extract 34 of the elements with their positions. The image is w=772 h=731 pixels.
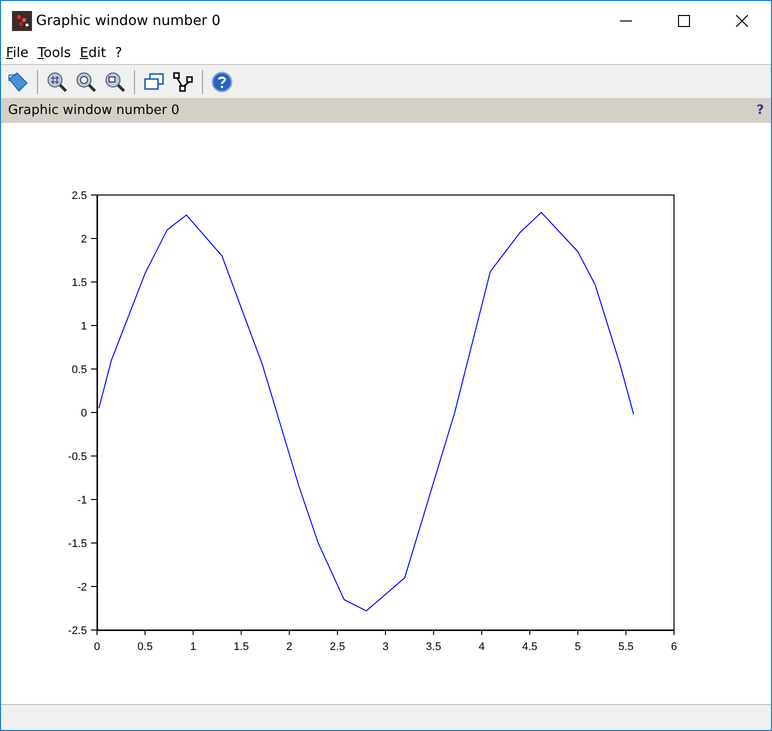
y-tick-label: 0 [80, 408, 87, 420]
x-tick-label: 1.5 [234, 641, 249, 653]
y-tick-label: -0.5 [68, 451, 87, 463]
y-tick-label: 1.5 [72, 277, 87, 289]
y-tick-label: 2.5 [72, 190, 87, 202]
menu-item[interactable]: Edit [80, 44, 106, 60]
x-tick-label: 0 [94, 641, 100, 653]
menu-item[interactable]: ? [115, 44, 122, 60]
menu-item[interactable]: File [6, 44, 29, 60]
x-tick-label: 0.5 [137, 641, 153, 653]
y-tick-label: 2 [80, 234, 87, 246]
y-tick-label: -2 [77, 582, 87, 594]
window-title: Graphic window number 0 [36, 13, 221, 29]
x-tick-label: 1 [190, 641, 196, 653]
x-tick-label: 5 [574, 641, 581, 653]
app-icon [12, 11, 32, 31]
x-tick-label: 2 [286, 641, 292, 653]
y-tick-label: -1 [77, 494, 87, 506]
x-tick-label: 4.5 [522, 641, 538, 653]
x-tick-label: 2.5 [330, 641, 346, 653]
y-tick-label: 1 [80, 320, 87, 332]
x-tick-label: 6 [670, 641, 678, 653]
figure-title: Graphic window number 0 [8, 103, 180, 118]
menu-item[interactable]: Tools [38, 44, 71, 60]
x-tick-label: 3 [382, 641, 389, 653]
y-tick-label: -2.5 [68, 625, 87, 637]
x-tick-label: 4 [478, 641, 485, 653]
y-tick-label: 0.5 [72, 364, 87, 376]
maximize-icon [678, 15, 690, 27]
x-tick-label: 5.5 [618, 641, 634, 653]
close-icon [736, 15, 748, 27]
x-tick-label: 3.5 [426, 641, 442, 653]
help-link[interactable]: ? [756, 103, 764, 118]
y-tick-label: -1.5 [68, 538, 87, 550]
